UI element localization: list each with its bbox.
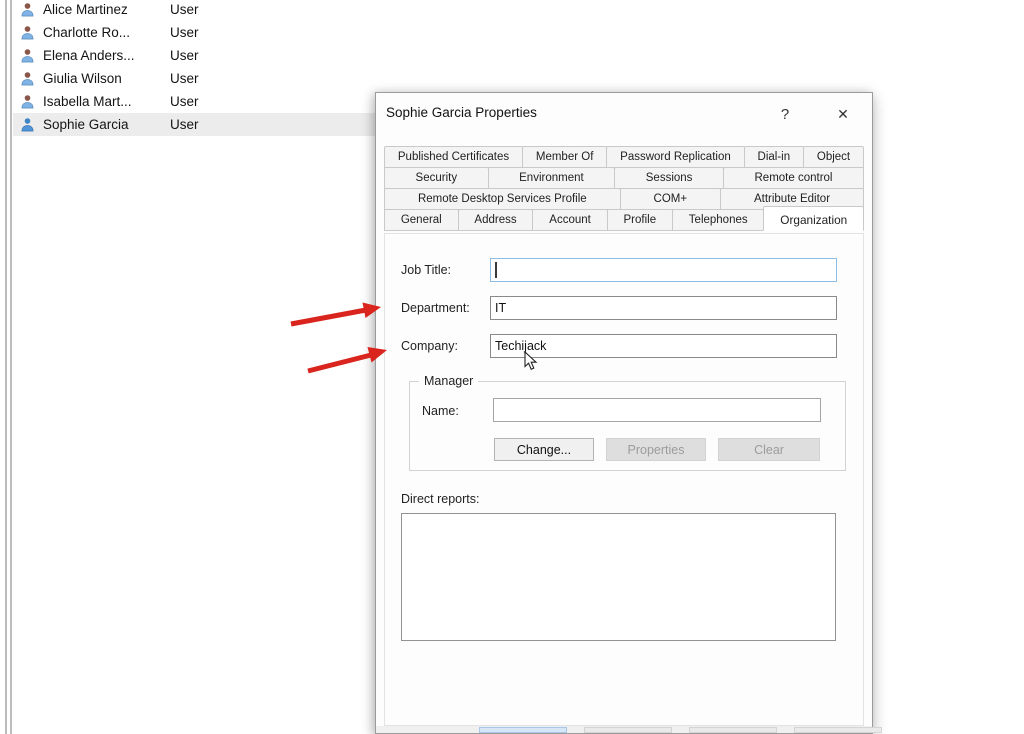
clear-button: Clear bbox=[718, 438, 820, 461]
tab-remote-control[interactable]: Remote control bbox=[722, 167, 865, 189]
user-name: Elena Anders... bbox=[43, 48, 135, 63]
tab-account[interactable]: Account bbox=[532, 209, 608, 231]
dialog-title: Sophie Garcia Properties bbox=[386, 105, 537, 120]
panel-separator-line bbox=[5, 0, 7, 734]
ok-button[interactable] bbox=[479, 727, 567, 733]
manager-name-label: Name: bbox=[422, 404, 459, 418]
manager-group-label: Manager bbox=[419, 374, 479, 388]
direct-reports-listbox[interactable] bbox=[401, 513, 836, 641]
tab-member-of[interactable]: Member Of bbox=[522, 146, 608, 168]
list-item-user-selected[interactable]: Sophie Garcia User bbox=[13, 113, 375, 136]
company-input[interactable] bbox=[490, 334, 837, 358]
tab-remote-desktop-services-profile[interactable]: Remote Desktop Services Profile bbox=[384, 188, 621, 210]
user-type: User bbox=[170, 25, 199, 40]
tab-row-1: Published Certificates Member Of Passwor… bbox=[384, 146, 865, 168]
tab-published-certificates[interactable]: Published Certificates bbox=[384, 146, 523, 168]
dialog-button-strip bbox=[376, 726, 882, 733]
properties-dialog: Sophie Garcia Properties ? ✕ Published C… bbox=[375, 92, 882, 734]
user-type: User bbox=[170, 117, 199, 132]
user-icon bbox=[21, 49, 34, 63]
text-caret bbox=[495, 262, 497, 278]
user-icon bbox=[21, 3, 34, 17]
tab-row-4: General Address Account Profile Telephon… bbox=[384, 206, 865, 231]
department-input[interactable] bbox=[490, 296, 837, 320]
tab-dial-in[interactable]: Dial-in bbox=[743, 146, 804, 168]
tab-organization-active[interactable]: Organization bbox=[763, 206, 865, 231]
user-name: Giulia Wilson bbox=[43, 71, 122, 86]
user-icon bbox=[21, 72, 34, 86]
apply-button[interactable] bbox=[689, 727, 777, 733]
tab-telephones[interactable]: Telephones bbox=[671, 209, 765, 231]
user-name: Alice Martinez bbox=[43, 2, 128, 17]
list-item-user[interactable]: Alice Martinez User bbox=[13, 0, 375, 21]
user-type: User bbox=[170, 2, 199, 17]
list-item-user[interactable]: Elena Anders... User bbox=[13, 44, 375, 67]
user-icon bbox=[21, 95, 34, 109]
user-name: Isabella Mart... bbox=[43, 94, 132, 109]
cancel-button[interactable] bbox=[584, 727, 672, 733]
tab-password-replication[interactable]: Password Replication bbox=[606, 146, 745, 168]
change-button[interactable]: Change... bbox=[494, 438, 594, 461]
manager-name-input[interactable] bbox=[493, 398, 821, 422]
direct-reports-label: Direct reports: bbox=[401, 492, 480, 506]
tab-address[interactable]: Address bbox=[457, 209, 534, 231]
tab-object[interactable]: Object bbox=[803, 146, 865, 168]
user-type: User bbox=[170, 48, 199, 63]
job-title-input[interactable] bbox=[490, 258, 837, 282]
tab-com-plus[interactable]: COM+ bbox=[619, 188, 722, 210]
department-label: Department: bbox=[401, 301, 470, 315]
dialog-title-bar[interactable]: Sophie Garcia Properties ? ✕ bbox=[376, 93, 872, 134]
job-title-label: Job Title: bbox=[401, 263, 452, 277]
panel-separator-line bbox=[10, 0, 12, 734]
tab-row-2: Security Environment Sessions Remote con… bbox=[384, 167, 865, 189]
user-icon bbox=[21, 26, 34, 40]
tab-strip: Published Certificates Member Of Passwor… bbox=[384, 146, 865, 231]
tab-environment[interactable]: Environment bbox=[487, 167, 616, 189]
user-type: User bbox=[170, 94, 199, 109]
help-icon[interactable]: ? bbox=[772, 101, 798, 127]
user-type: User bbox=[170, 71, 199, 86]
tab-sessions[interactable]: Sessions bbox=[614, 167, 724, 189]
user-list: Alice Martinez User Charlotte Ro... User… bbox=[13, 0, 375, 136]
tab-profile[interactable]: Profile bbox=[606, 209, 673, 231]
user-name: Sophie Garcia bbox=[43, 117, 129, 132]
tab-general[interactable]: General bbox=[384, 209, 459, 231]
list-item-user[interactable]: Isabella Mart... User bbox=[13, 90, 375, 113]
list-item-user[interactable]: Giulia Wilson User bbox=[13, 67, 375, 90]
close-icon[interactable]: ✕ bbox=[830, 101, 856, 127]
list-item-user[interactable]: Charlotte Ro... User bbox=[13, 21, 375, 44]
aduc-screen: { "user_list": { "items": [ { "name": "A… bbox=[0, 0, 1024, 734]
tab-security[interactable]: Security bbox=[384, 167, 489, 189]
user-icon bbox=[21, 118, 34, 132]
help-button[interactable] bbox=[794, 727, 882, 733]
properties-button: Properties bbox=[606, 438, 706, 461]
company-label: Company: bbox=[401, 339, 458, 353]
user-name: Charlotte Ro... bbox=[43, 25, 131, 40]
